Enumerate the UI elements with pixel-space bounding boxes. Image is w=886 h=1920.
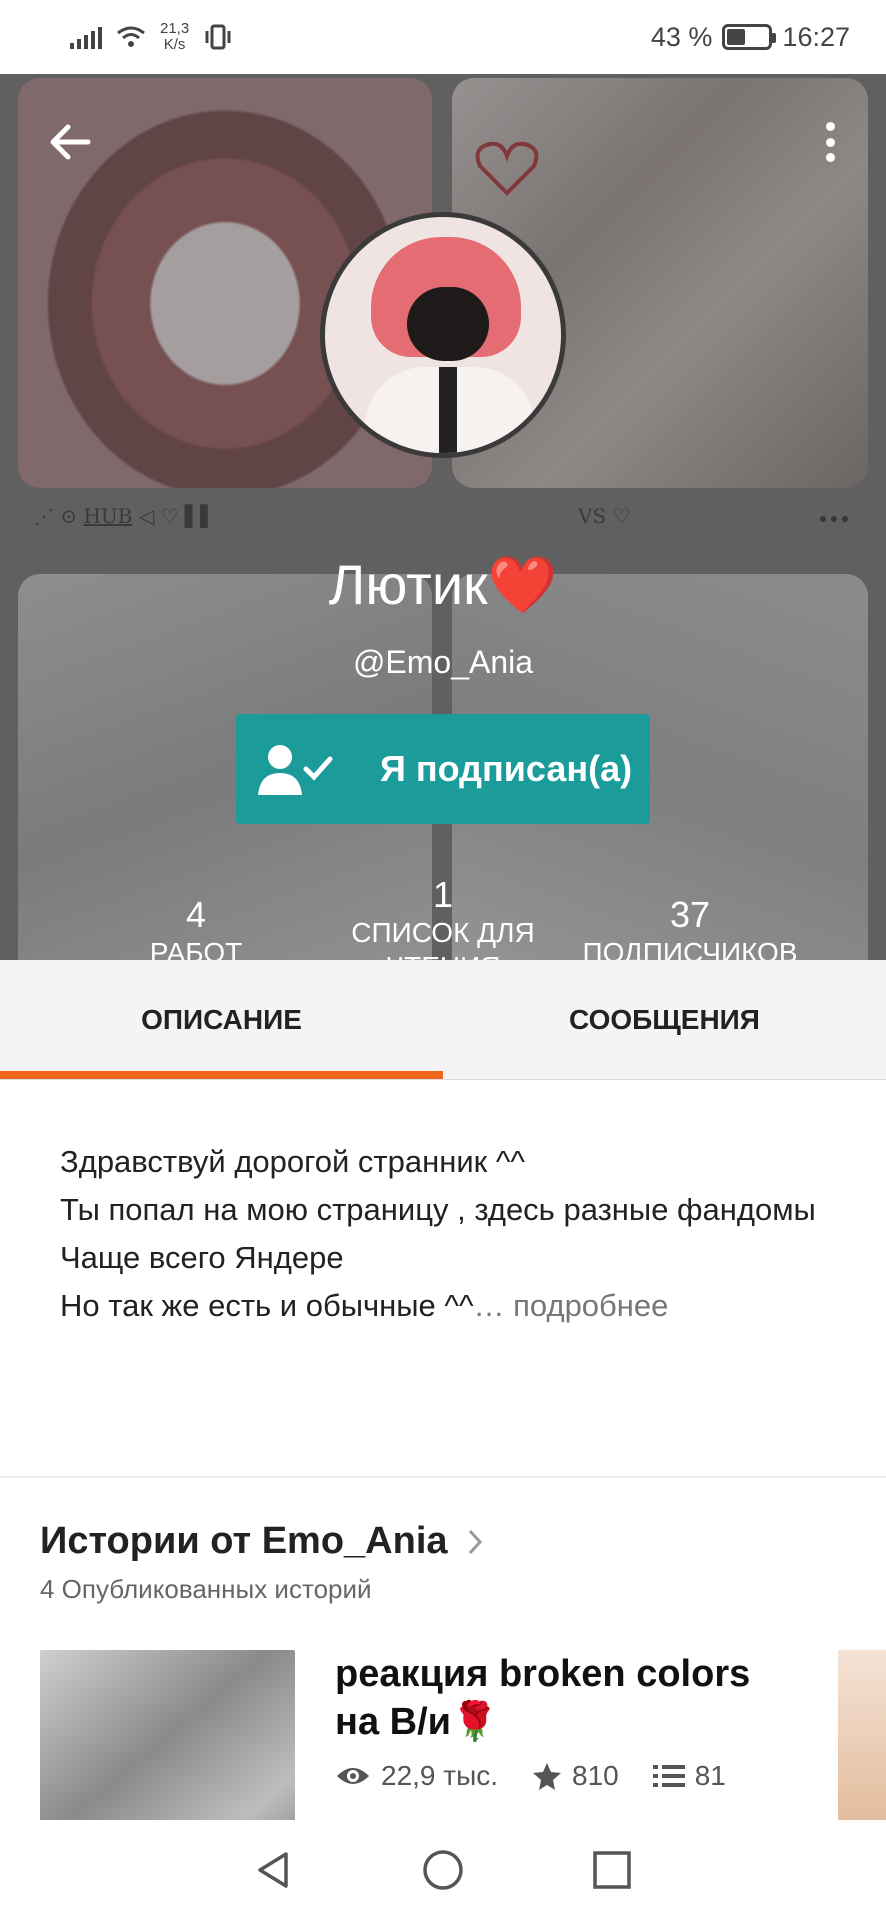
read-more-link[interactable]: … подробнее — [474, 1288, 669, 1323]
profile-tabs: ОПИСАНИЕ СООБЩЕНИЯ — [0, 960, 886, 1080]
divider — [0, 1476, 886, 1478]
following-button[interactable]: Я подписан(а) — [236, 714, 650, 824]
profile-name: Лютик❤️ — [328, 553, 558, 616]
network-speed: 21,3 K/s — [160, 20, 190, 53]
description-line: Здравствуй дорогой странник ^^ — [60, 1144, 525, 1179]
description-line: Чаще всего Яндере — [60, 1240, 344, 1275]
stories-section-title[interactable]: Истории от Emo_Ania — [40, 1520, 484, 1563]
story-votes: 810 — [572, 1760, 619, 1791]
description-line: Ты попал на мою страницу , здесь разные … — [60, 1192, 816, 1227]
user-check-icon — [258, 745, 333, 795]
chevron-right-icon — [468, 1529, 482, 1554]
eye-icon — [337, 1768, 369, 1784]
following-label: Я подписан(а) — [380, 748, 633, 789]
wifi-icon — [117, 26, 145, 47]
avatar[interactable] — [320, 212, 566, 458]
tab-description[interactable]: ОПИСАНИЕ — [0, 960, 443, 1079]
story-views: 22,9 тыс. — [381, 1760, 499, 1791]
profile-header: ⋰ ⊙ HUB ◁ ♡ ▌▌ VS ♡ Лютик❤️ @Emo_Ania Я … — [0, 74, 886, 960]
more-options-icon[interactable] — [818, 116, 842, 168]
header-overlay — [0, 74, 886, 960]
star-icon — [533, 1763, 562, 1790]
stat-reading-lists[interactable]: 1 СПИСОК ДЛЯ ЧТЕНИЯ — [338, 874, 548, 960]
stat-followers[interactable]: 37 ПОДПИСЧИКОВ — [570, 894, 810, 960]
stories-count: 4 Опубликованных историй — [40, 1574, 372, 1604]
list-icon — [652, 1765, 685, 1787]
system-navigation-bar — [0, 1820, 886, 1920]
story-title[interactable]: реакция broken colors на В/и🌹 — [335, 1650, 755, 1746]
vibrate-icon — [205, 24, 231, 50]
profile-stats: 4 РАБОТ 1 СПИСОК ДЛЯ ЧТЕНИЯ 37 ПОДПИСЧИК… — [0, 874, 886, 960]
battery-icon — [722, 24, 777, 50]
cell-signal-icon — [70, 25, 102, 49]
back-arrow-icon[interactable] — [44, 116, 96, 168]
tab-messages[interactable]: СООБЩЕНИЯ — [443, 960, 886, 1079]
battery-percent: 43 % — [650, 21, 713, 52]
profile-description: Здравствуй дорогой странник ^^ Ты попал … — [60, 1138, 840, 1330]
story-stats: 22,9 тыс. 810 81 — [335, 1760, 726, 1792]
clock: 16:27 — [782, 21, 850, 52]
story-parts: 81 — [694, 1760, 726, 1791]
nav-recents-icon[interactable] — [590, 1848, 634, 1892]
description-line: Но так же есть и обычные ^^… подробнее — [60, 1288, 669, 1323]
nav-home-icon[interactable] — [421, 1848, 465, 1892]
nav-back-icon[interactable] — [252, 1848, 296, 1892]
profile-handle: @Emo_Ania — [352, 644, 534, 680]
stat-works[interactable]: 4 РАБОТ — [96, 894, 296, 960]
status-bar: 21,3 K/s 43 % 16:27 — [0, 0, 886, 74]
